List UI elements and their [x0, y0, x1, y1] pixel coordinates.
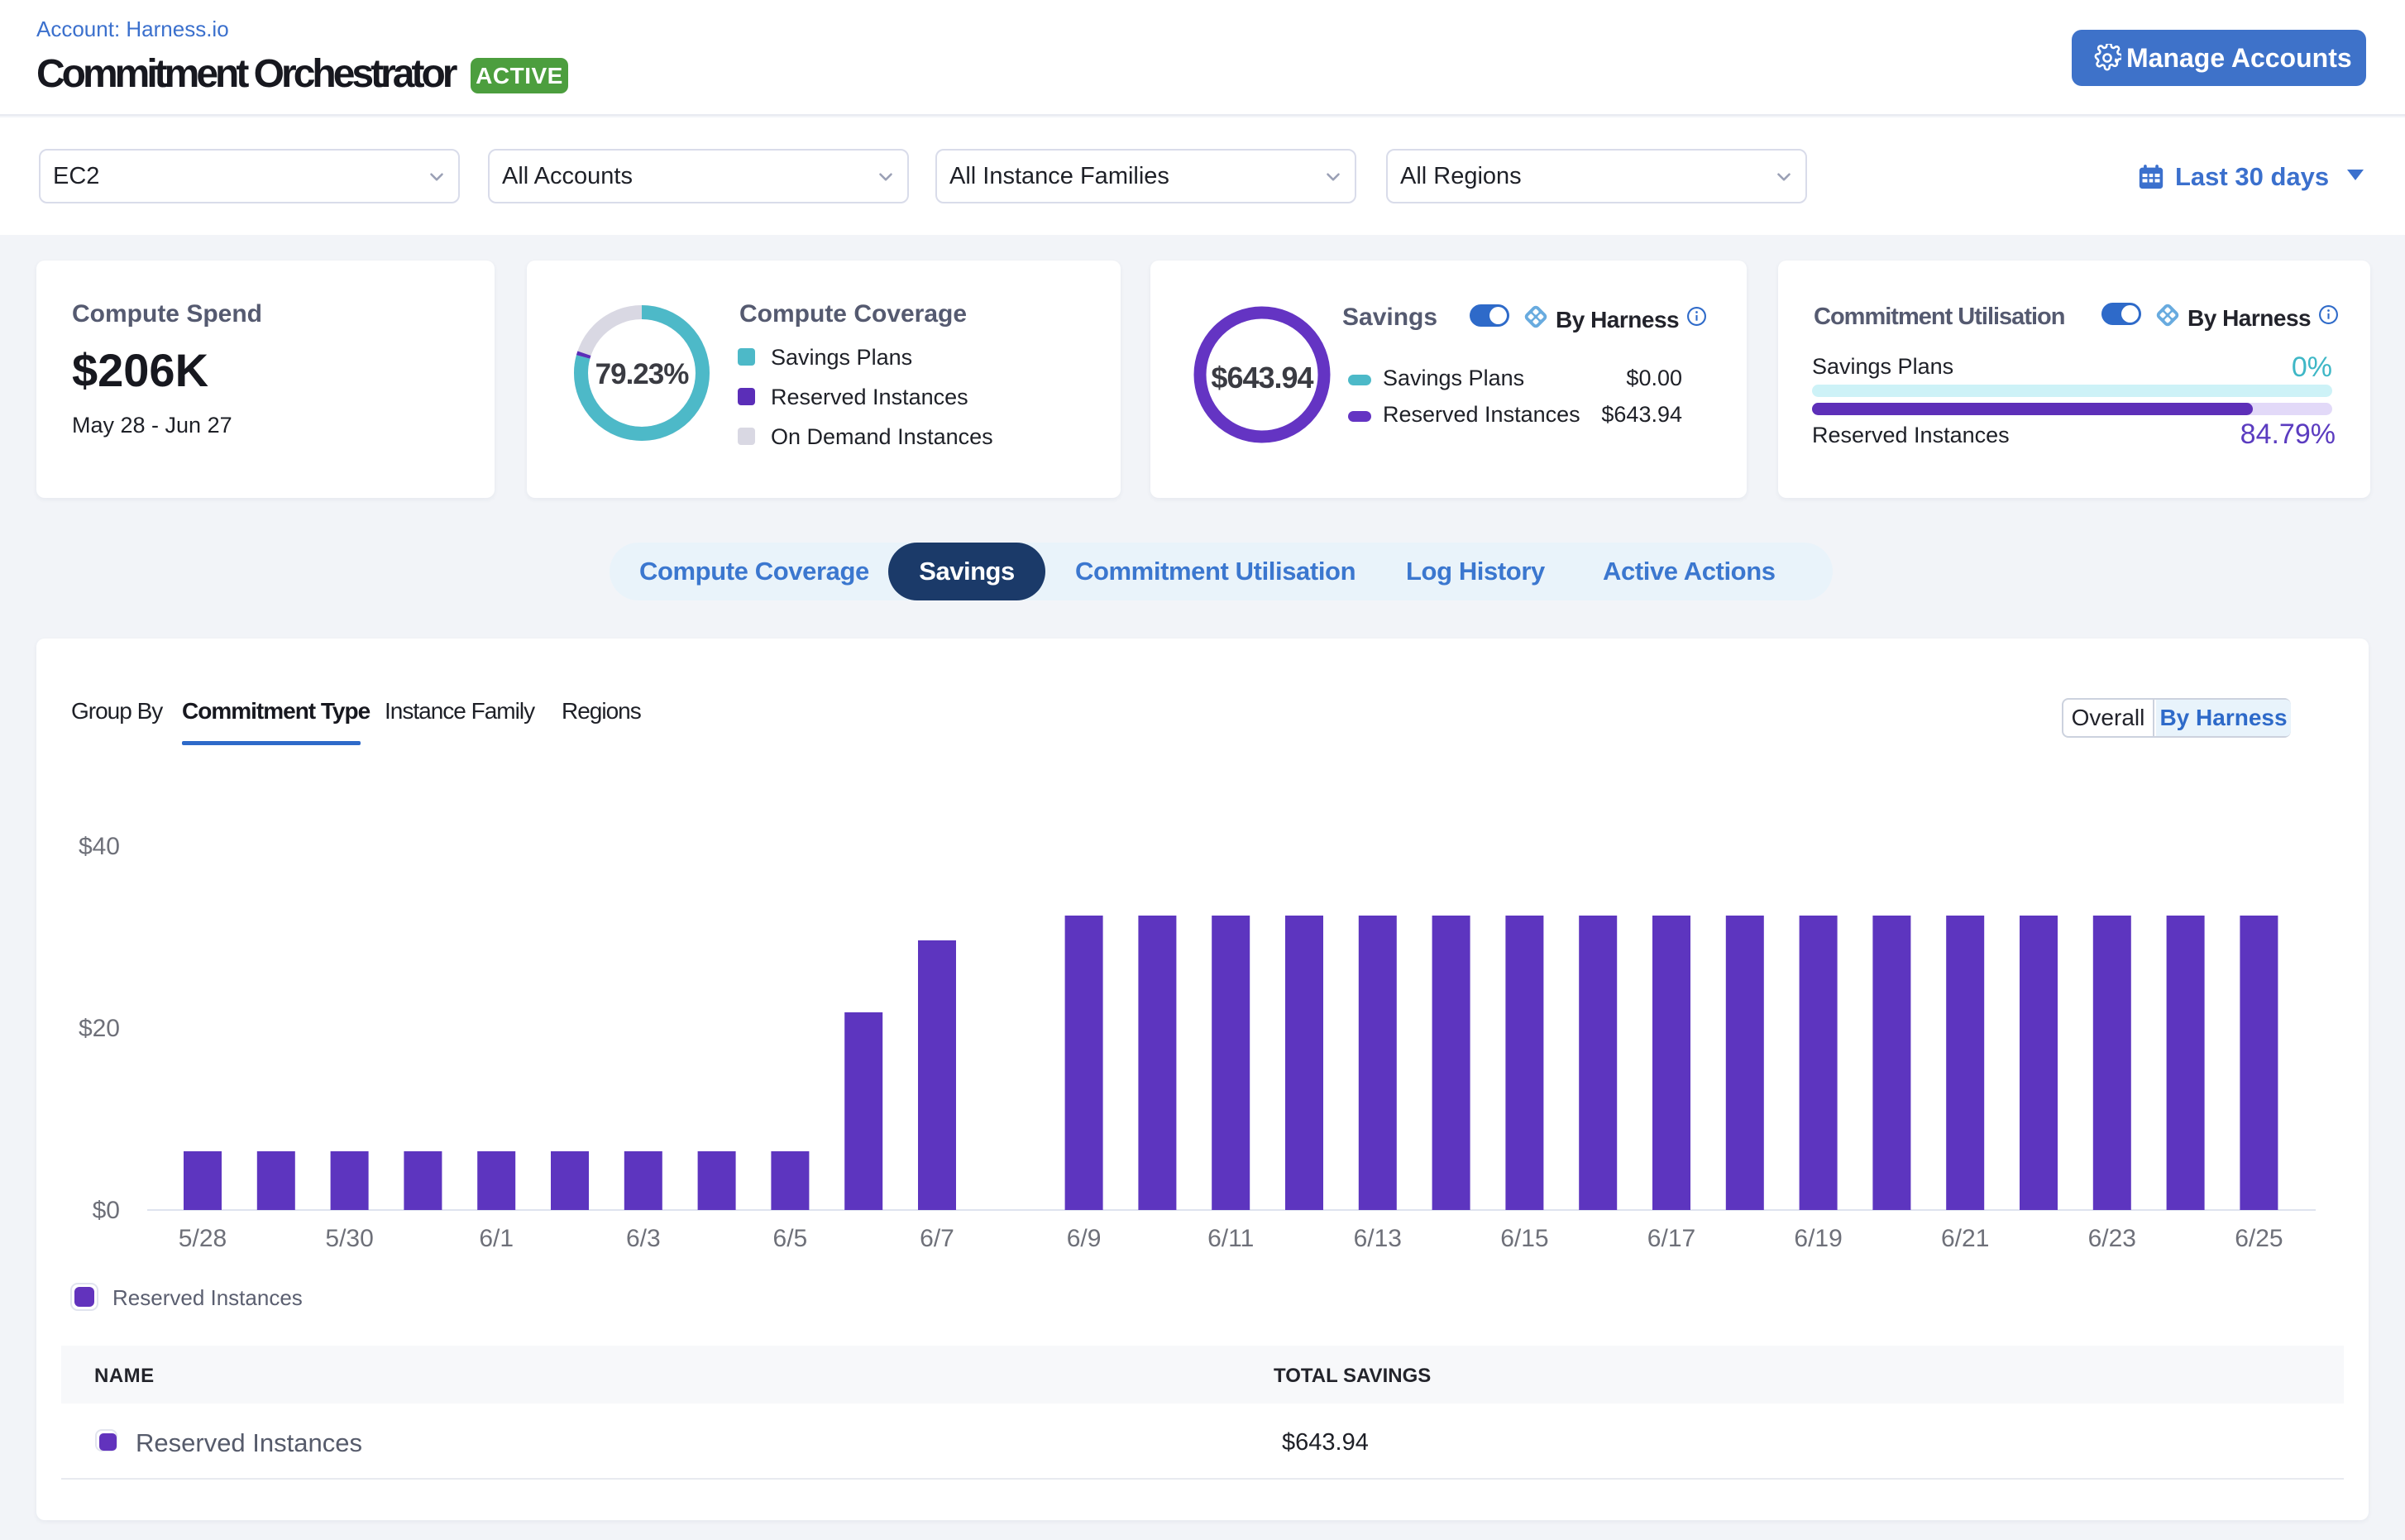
svg-text:79.23%: 79.23% [595, 358, 690, 390]
svg-text:6/17: 6/17 [1647, 1225, 1695, 1252]
svg-text:5/28: 5/28 [179, 1225, 227, 1252]
svg-text:$40: $40 [79, 833, 120, 860]
svg-text:5/30: 5/30 [325, 1225, 373, 1252]
svg-text:6/25: 6/25 [2235, 1225, 2283, 1252]
svg-text:6/1: 6/1 [479, 1225, 514, 1252]
svg-text:6/15: 6/15 [1500, 1225, 1548, 1252]
svg-text:6/21: 6/21 [1941, 1225, 1989, 1252]
svg-text:6/13: 6/13 [1354, 1225, 1402, 1252]
svg-text:$643.94: $643.94 [1211, 361, 1313, 395]
svg-text:$0: $0 [93, 1197, 120, 1224]
svg-text:6/19: 6/19 [1794, 1225, 1842, 1252]
svg-text:6/7: 6/7 [920, 1225, 954, 1252]
svg-text:6/5: 6/5 [773, 1225, 808, 1252]
svg-text:6/9: 6/9 [1067, 1225, 1102, 1252]
svg-text:6/23: 6/23 [2088, 1225, 2136, 1252]
svg-text:6/11: 6/11 [1207, 1225, 1254, 1252]
svg-text:6/3: 6/3 [626, 1225, 661, 1252]
svg-text:$20: $20 [79, 1015, 120, 1042]
